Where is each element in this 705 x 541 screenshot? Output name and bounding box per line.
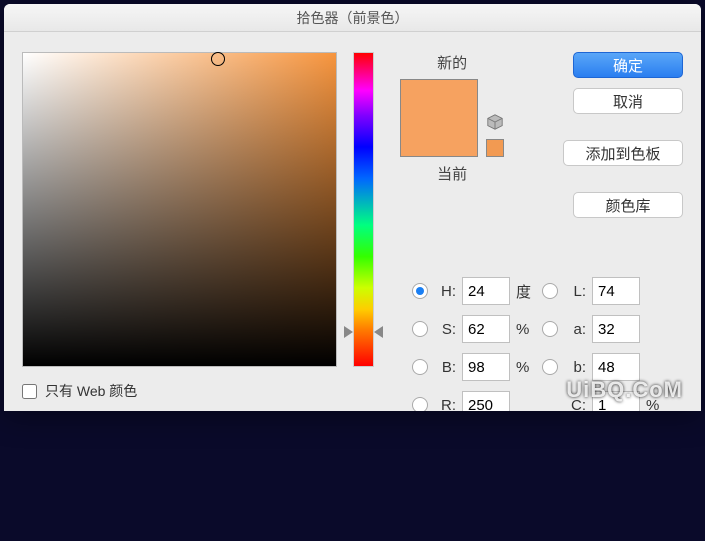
swatch-preview <box>400 79 478 157</box>
unit-h: 度 <box>516 281 536 302</box>
label-r: R: <box>434 397 456 412</box>
input-h[interactable] <box>462 277 510 305</box>
input-l[interactable] <box>592 277 640 305</box>
left-column: 只有 Web 颜色 <box>22 52 337 401</box>
input-s[interactable] <box>462 315 510 343</box>
radio-bb[interactable] <box>542 359 558 375</box>
input-b[interactable] <box>462 353 510 381</box>
radio-s[interactable] <box>412 321 428 337</box>
ok-button[interactable]: 确定 <box>573 52 683 78</box>
radio-a[interactable] <box>542 321 558 337</box>
cancel-button[interactable]: 取消 <box>573 88 683 114</box>
add-to-swatches-button[interactable]: 添加到色板 <box>563 140 683 166</box>
titlebar[interactable]: 拾色器（前景色） <box>4 4 701 32</box>
radio-l[interactable] <box>542 283 558 299</box>
radio-h[interactable] <box>412 283 428 299</box>
input-bb[interactable] <box>592 353 640 381</box>
input-r[interactable] <box>462 391 510 411</box>
label-a: a: <box>564 321 586 338</box>
unit-b: % <box>516 359 536 376</box>
input-a[interactable] <box>592 315 640 343</box>
unit-s: % <box>516 321 536 338</box>
input-c[interactable] <box>592 391 640 411</box>
color-libraries-button[interactable]: 颜色库 <box>573 192 683 218</box>
content: 只有 Web 颜色 新的 当前 确定 取消 <box>4 32 701 411</box>
color-field[interactable] <box>22 52 337 367</box>
label-l: L: <box>564 283 586 300</box>
hue-slider-handle-left[interactable] <box>344 326 353 338</box>
hue-slider-handle-right[interactable] <box>374 326 383 338</box>
label-b: B: <box>434 359 456 376</box>
web-only-checkbox-row[interactable]: 只有 Web 颜色 <box>22 381 337 401</box>
web-only-checkbox[interactable] <box>22 384 37 399</box>
label-s: S: <box>434 321 456 338</box>
color-picker-window: 拾色器（前景色） 只有 Web 颜色 新的 <box>4 4 701 411</box>
label-bb: b: <box>564 359 586 376</box>
swatch-current[interactable] <box>401 118 477 156</box>
hue-slider[interactable] <box>353 52 374 367</box>
swatch-new[interactable] <box>401 80 477 118</box>
radio-r[interactable] <box>412 397 428 411</box>
window-title: 拾色器（前景色） <box>297 8 409 28</box>
swatch-current-label: 当前 <box>437 163 467 184</box>
label-c: C: <box>564 397 586 412</box>
closest-web-swatch[interactable] <box>486 139 504 157</box>
swatch-new-label: 新的 <box>437 52 467 73</box>
gamut-warning-icon[interactable] <box>486 113 504 131</box>
value-fields: H: 度 L: S: % a: B: % <box>412 272 692 411</box>
color-field-marker[interactable] <box>211 52 225 66</box>
label-h: H: <box>434 283 456 300</box>
radio-b[interactable] <box>412 359 428 375</box>
web-only-label: 只有 Web 颜色 <box>45 381 137 401</box>
unit-c: % <box>646 397 666 412</box>
